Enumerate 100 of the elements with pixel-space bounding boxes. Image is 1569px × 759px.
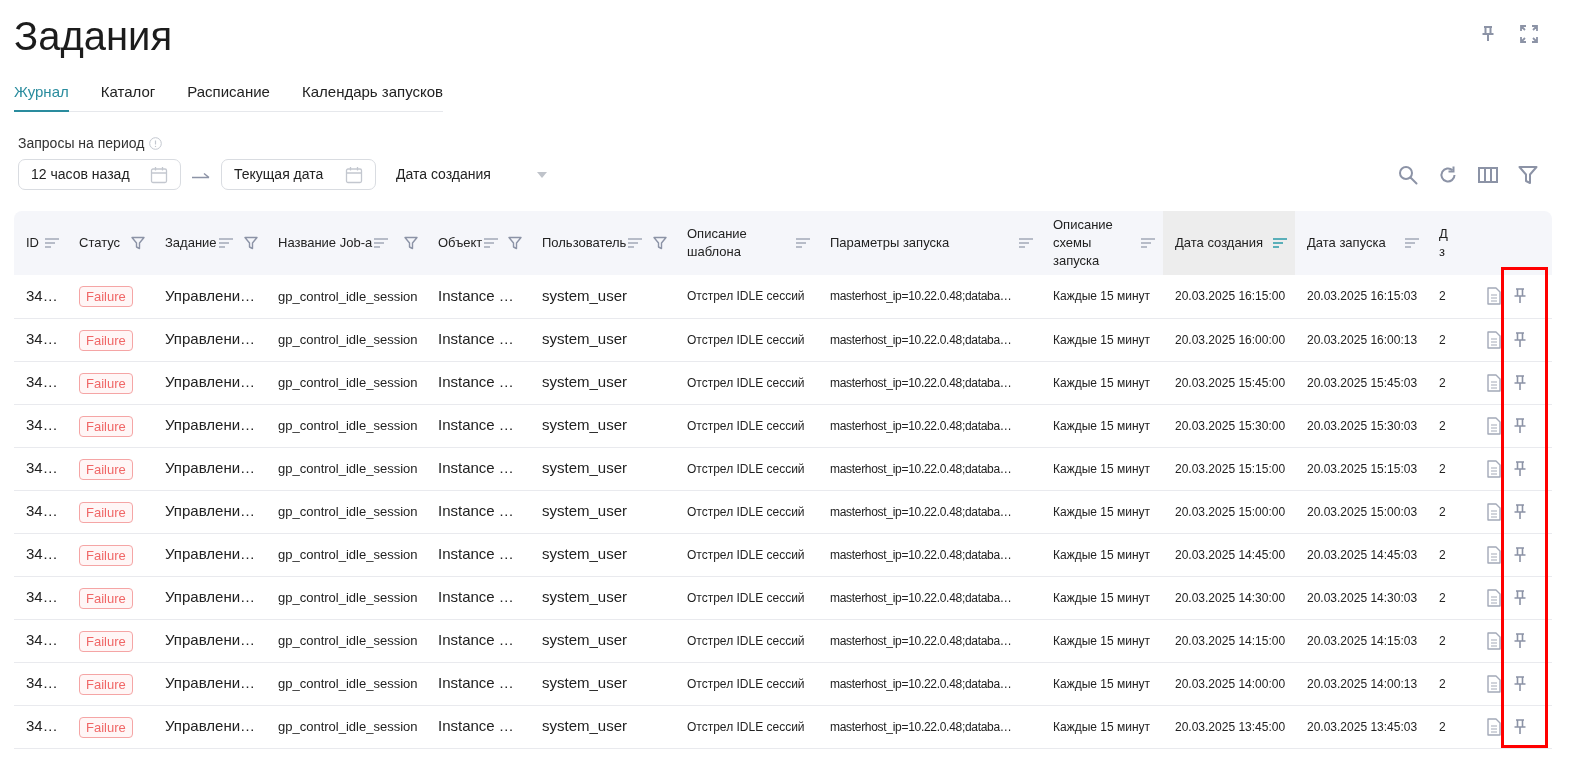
sort-icon[interactable] bbox=[796, 238, 810, 248]
table-cell: 34… bbox=[14, 576, 67, 619]
document-icon[interactable] bbox=[1487, 502, 1501, 521]
table-cell: 2 bbox=[1427, 662, 1453, 705]
columns-icon[interactable] bbox=[1478, 165, 1498, 184]
table-cell: 2 bbox=[1427, 705, 1453, 748]
table-cell: gp_control_idle_session bbox=[266, 662, 426, 705]
table-cell: 34… bbox=[14, 404, 67, 447]
pin-icon[interactable] bbox=[1513, 460, 1527, 477]
table-cell: 2 bbox=[1427, 318, 1453, 361]
column-header[interactable]: Объект bbox=[426, 211, 530, 275]
pin-icon[interactable] bbox=[1513, 503, 1527, 520]
table-cell: masterhost_ip=10.22.0.48;databa… bbox=[818, 490, 1041, 533]
table-cell: 20.03.2025 15:45:03 bbox=[1295, 361, 1427, 404]
period-label: Запросы на период bbox=[18, 134, 145, 152]
search-icon[interactable] bbox=[1398, 164, 1418, 185]
table-cell: 34… bbox=[14, 662, 67, 705]
tab[interactable]: Расписание bbox=[187, 82, 270, 112]
table-cell: 20.03.2025 15:00:03 bbox=[1295, 490, 1427, 533]
sort-icon[interactable] bbox=[45, 238, 59, 248]
table-cell: system_user bbox=[530, 318, 675, 361]
table-cell: Отстрел IDLE сессий bbox=[675, 705, 818, 748]
column-header[interactable]: Дата создания bbox=[1163, 211, 1295, 275]
table-cell: 34… bbox=[14, 490, 67, 533]
column-header[interactable]: Описание шаблона bbox=[675, 211, 818, 275]
document-icon[interactable] bbox=[1487, 416, 1501, 435]
filter-icon[interactable] bbox=[404, 236, 418, 250]
document-icon[interactable] bbox=[1487, 545, 1501, 564]
table-cell: Каждые 15 минут bbox=[1041, 619, 1163, 662]
filter-icon[interactable] bbox=[653, 236, 667, 250]
column-header[interactable]: Задание bbox=[153, 211, 266, 275]
date-type-select[interactable]: Дата создания bbox=[384, 159, 559, 190]
table-cell: Отстрел IDLE сессий bbox=[675, 619, 818, 662]
table-cell: 20.03.2025 14:30:03 bbox=[1295, 576, 1427, 619]
filter-icon[interactable] bbox=[244, 236, 258, 250]
sort-icon[interactable] bbox=[484, 238, 499, 248]
status-badge: Failure bbox=[79, 458, 133, 480]
tab[interactable]: Каталог bbox=[100, 82, 156, 112]
column-header[interactable]: Параметры запуска bbox=[818, 211, 1041, 275]
sort-icon[interactable] bbox=[628, 238, 643, 248]
sort-icon[interactable] bbox=[1273, 238, 1287, 248]
table-cell: Отстрел IDLE сессий bbox=[675, 662, 818, 705]
table-cell: system_user bbox=[530, 275, 675, 318]
status-badge: Failure bbox=[79, 587, 133, 609]
document-icon[interactable] bbox=[1487, 287, 1501, 306]
pin-icon[interactable] bbox=[1513, 718, 1527, 735]
table-cell: Отстрел IDLE сессий bbox=[675, 490, 818, 533]
pin-icon[interactable] bbox=[1513, 675, 1527, 692]
status-badge: Failure bbox=[79, 329, 133, 351]
pin-icon[interactable] bbox=[1513, 632, 1527, 649]
table-cell: 20.03.2025 16:00:13 bbox=[1295, 318, 1427, 361]
date-field[interactable]: 12 часов назад bbox=[18, 159, 181, 190]
document-icon[interactable] bbox=[1487, 588, 1501, 607]
pin-icon[interactable] bbox=[1481, 25, 1495, 43]
table-cell: Управлени… bbox=[153, 576, 266, 619]
arrow-icon bbox=[192, 170, 210, 179]
document-icon[interactable] bbox=[1487, 330, 1501, 349]
table-cell: 20.03.2025 14:45:03 bbox=[1295, 533, 1427, 576]
column-header[interactable]: Пользователь bbox=[530, 211, 675, 275]
pin-icon[interactable] bbox=[1513, 288, 1527, 305]
sort-icon[interactable] bbox=[1405, 238, 1419, 248]
sort-icon[interactable] bbox=[1019, 238, 1033, 248]
pin-icon[interactable] bbox=[1513, 374, 1527, 391]
pin-icon[interactable] bbox=[1513, 589, 1527, 606]
column-header[interactable]: Название Job-а bbox=[266, 211, 426, 275]
table-cell: Отстрел IDLE сессий bbox=[675, 318, 818, 361]
filter-icon[interactable] bbox=[131, 236, 145, 250]
document-icon[interactable] bbox=[1487, 459, 1501, 478]
document-icon[interactable] bbox=[1487, 373, 1501, 392]
pin-icon[interactable] bbox=[1513, 331, 1527, 348]
refresh-icon[interactable] bbox=[1438, 164, 1458, 185]
table-cell: system_user bbox=[530, 490, 675, 533]
tab[interactable]: Журнал bbox=[14, 82, 69, 112]
date-field[interactable]: Текущая дата bbox=[221, 159, 376, 190]
sort-icon[interactable] bbox=[218, 238, 233, 248]
expand-icon[interactable] bbox=[1519, 24, 1539, 44]
status-badge: Failure bbox=[79, 415, 133, 437]
document-icon[interactable] bbox=[1487, 674, 1501, 693]
pin-icon[interactable] bbox=[1513, 417, 1527, 434]
column-header[interactable]: Дата запуска bbox=[1295, 211, 1427, 275]
pin-icon[interactable] bbox=[1513, 546, 1527, 563]
document-icon[interactable] bbox=[1487, 631, 1501, 650]
column-header[interactable]: Описание схемы запуска bbox=[1041, 211, 1163, 275]
table-cell: Управлени… bbox=[153, 275, 266, 318]
sort-icon[interactable] bbox=[374, 238, 389, 248]
table-cell: Отстрел IDLE сессий bbox=[675, 361, 818, 404]
table-cell: 20.03.2025 14:15:03 bbox=[1295, 619, 1427, 662]
column-header[interactable]: Статус bbox=[67, 211, 153, 275]
sort-icon[interactable] bbox=[1141, 238, 1155, 248]
table-cell: masterhost_ip=10.22.0.48;databa… bbox=[818, 404, 1041, 447]
filter-icon[interactable] bbox=[1518, 164, 1538, 185]
table-cell: Управлени… bbox=[153, 447, 266, 490]
table-cell: gp_control_idle_session bbox=[266, 404, 426, 447]
table-cell: gp_control_idle_session bbox=[266, 447, 426, 490]
info-icon[interactable] bbox=[149, 136, 163, 150]
tab[interactable]: Календарь запусков bbox=[301, 82, 444, 112]
document-icon[interactable] bbox=[1487, 717, 1501, 736]
filter-icon[interactable] bbox=[508, 236, 522, 250]
column-header[interactable]: ID bbox=[14, 211, 67, 275]
table-cell: 20.03.2025 14:45:00 bbox=[1163, 533, 1295, 576]
